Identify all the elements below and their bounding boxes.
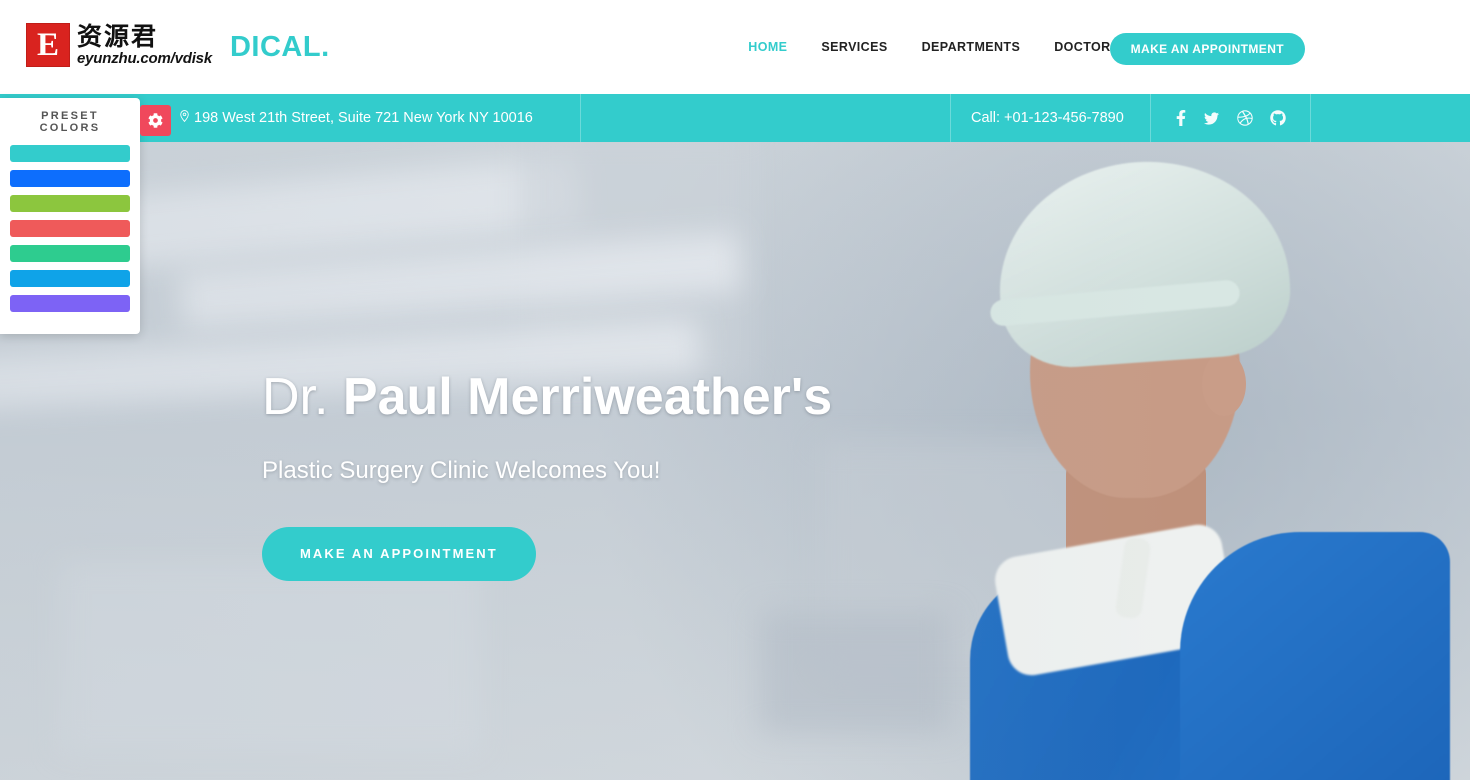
site-header: E 资源君 eyunzhu.com/vdisk DICAL. HOME SERV… <box>0 0 1470 94</box>
dribbble-icon[interactable] <box>1236 110 1253 126</box>
color-swatch-2[interactable] <box>10 170 130 187</box>
watermark-url: eyunzhu.com/vdisk <box>77 50 212 67</box>
topbar-end <box>1310 94 1470 142</box>
gear-icon[interactable] <box>140 105 171 136</box>
hero-title: Dr. Paul Merriweather's <box>262 370 832 425</box>
address-text: 198 West 21th Street, Suite 721 New York… <box>194 110 533 126</box>
facebook-icon[interactable] <box>1176 109 1186 127</box>
preset-colors-title: PRESET COLORS <box>39 110 101 134</box>
hero-title-light: Dr. <box>262 368 329 426</box>
color-swatch-3[interactable] <box>10 195 130 212</box>
nav-item-departments[interactable]: DEPARTMENTS <box>905 40 1038 54</box>
color-swatch-1[interactable] <box>10 145 130 162</box>
map-pin-icon <box>178 108 191 128</box>
main-nav: HOME SERVICES DEPARTMENTS DOCTORS BLOG C… <box>470 40 1470 54</box>
social-links <box>1150 94 1310 142</box>
top-info-bar: 198 West 21th Street, Suite 721 New York… <box>0 94 1470 142</box>
nav-item-home[interactable]: HOME <box>731 40 804 54</box>
hero-title-bold: Paul Merriweather's <box>342 368 833 426</box>
hero-slider: Dr. Paul Merriweather's Plastic Surgery … <box>0 142 1470 780</box>
preset-colors-panel: PRESET COLORS <box>0 98 171 334</box>
hero-subtitle: Plastic Surgery Clinic Welcomes You! <box>262 456 661 484</box>
github-icon[interactable] <box>1269 110 1286 126</box>
phone-text: Call: +01-123-456-7890 <box>971 110 1124 126</box>
color-swatch-5[interactable] <box>10 245 130 262</box>
watermark-logo: E 资源君 eyunzhu.com/vdisk <box>26 23 212 67</box>
nav-item-services[interactable]: SERVICES <box>804 40 904 54</box>
hero-content: Dr. Paul Merriweather's Plastic Surgery … <box>262 370 832 581</box>
brand-zone: E 资源君 eyunzhu.com/vdisk DICAL. <box>0 0 470 94</box>
brand-title: DICAL. <box>229 30 330 63</box>
page-root: E 资源君 eyunzhu.com/vdisk DICAL. HOME SERV… <box>0 0 1470 780</box>
color-swatch-4[interactable] <box>10 220 130 237</box>
phone-block[interactable]: Call: +01-123-456-7890 <box>950 94 1150 142</box>
watermark-chinese: 资源君 <box>77 22 159 51</box>
header-appointment-button[interactable]: MAKE AN APPOINTMENT <box>1109 33 1305 65</box>
color-swatch-7[interactable] <box>10 295 130 312</box>
hero-appointment-button[interactable]: MAKE AN APPOINTMENT <box>262 526 536 581</box>
twitter-icon[interactable] <box>1203 111 1220 126</box>
topbar-spacer <box>580 94 950 142</box>
watermark-mark: E <box>26 23 70 67</box>
color-swatch-6[interactable] <box>10 270 130 287</box>
watermark-text: 资源君 eyunzhu.com/vdisk <box>77 24 212 66</box>
